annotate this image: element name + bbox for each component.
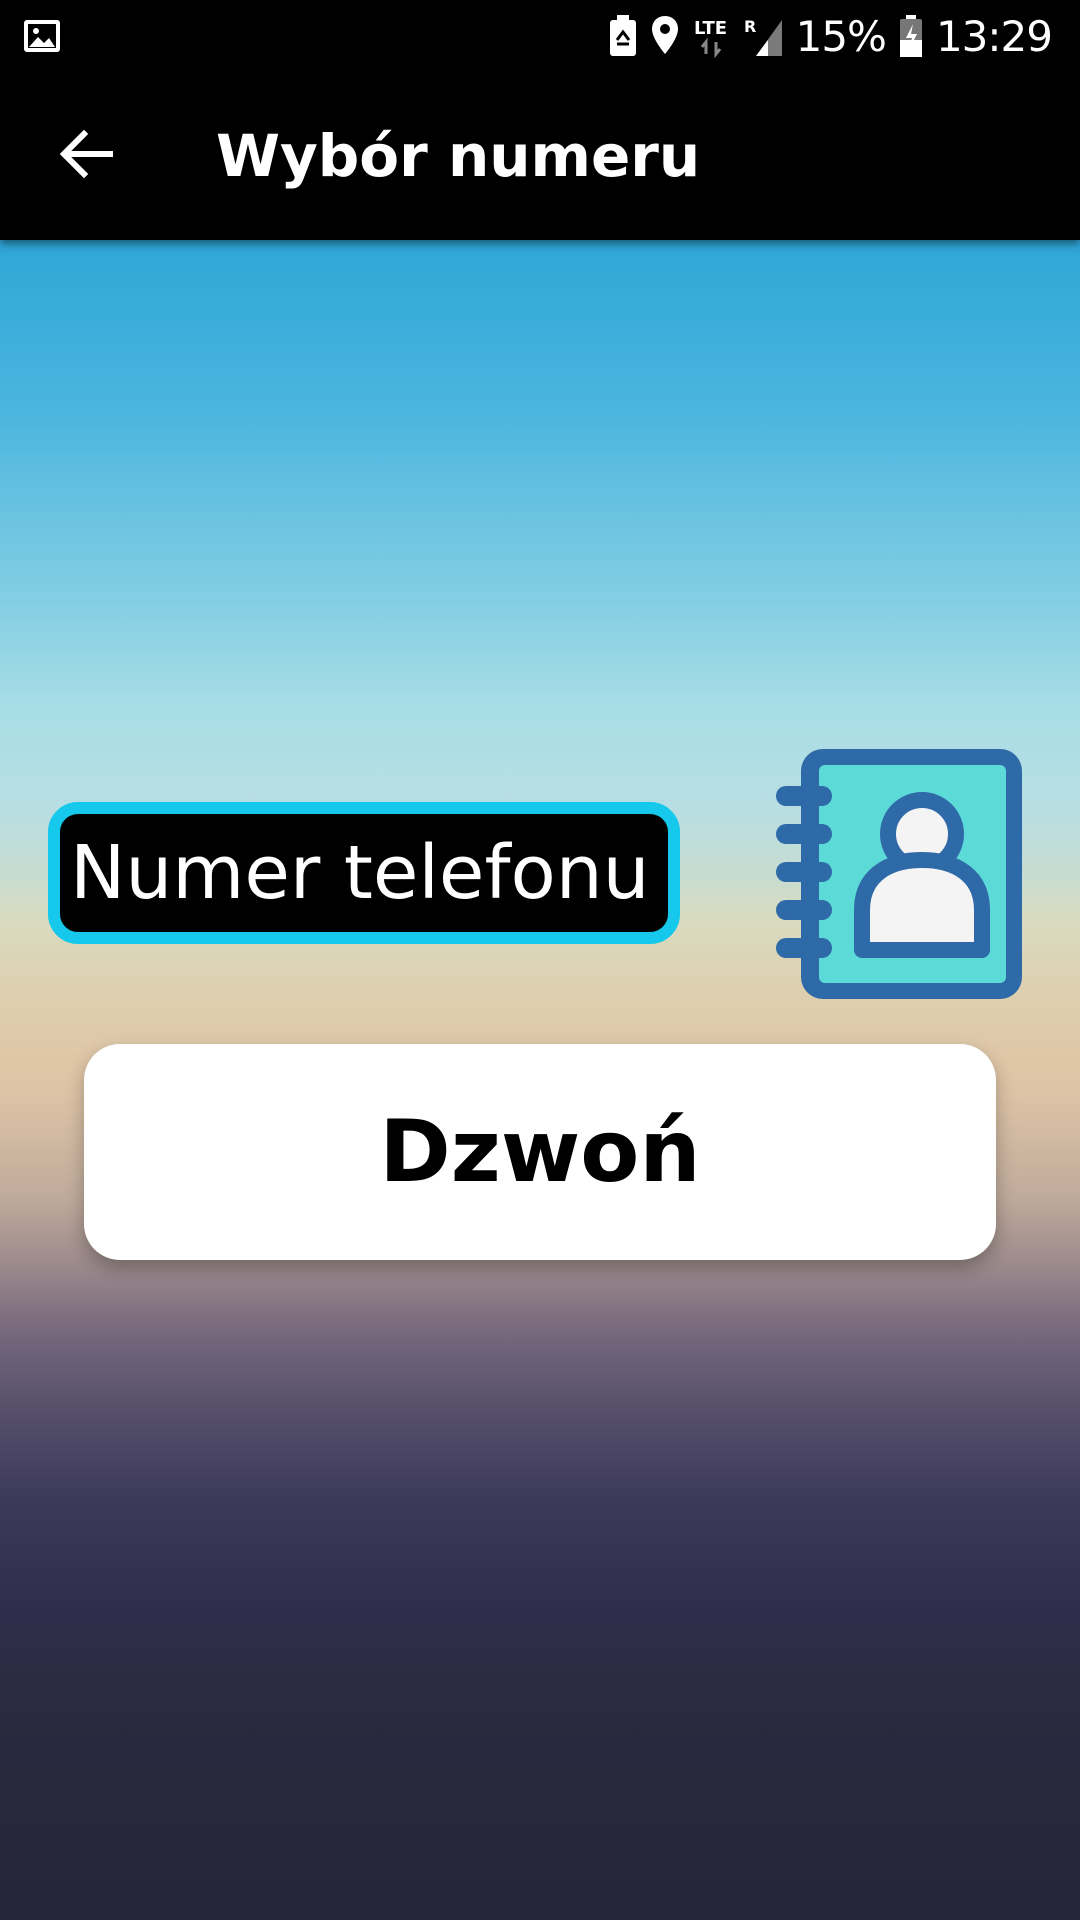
address-book-icon <box>776 749 1022 999</box>
status-bar: LTE R 15% 13:29 <box>0 0 1080 72</box>
main-content: Dzwoń <box>0 240 1080 1920</box>
roaming-label: R <box>744 17 756 36</box>
battery-percent: 15% <box>795 11 887 61</box>
call-button[interactable]: Dzwoń <box>84 1044 996 1260</box>
page-title: Wybór numeru <box>216 122 701 190</box>
clock: 13:29 <box>935 11 1053 61</box>
battery-saver-icon <box>609 15 636 56</box>
gallery-icon <box>24 20 60 52</box>
phone-number-input[interactable] <box>48 802 680 944</box>
location-icon <box>651 16 678 54</box>
arrow-left-icon <box>59 129 113 179</box>
battery-charging-icon <box>899 15 922 57</box>
contacts-button[interactable] <box>776 742 1030 1004</box>
status-icons: LTE R 15% 13:29 <box>608 0 1053 72</box>
lte-label: LTE <box>694 18 727 39</box>
back-button[interactable] <box>44 112 128 196</box>
app-bar: Wybór numeru <box>0 72 1080 240</box>
signal-icon: R <box>744 17 782 56</box>
lte-icon: LTE <box>694 18 727 58</box>
